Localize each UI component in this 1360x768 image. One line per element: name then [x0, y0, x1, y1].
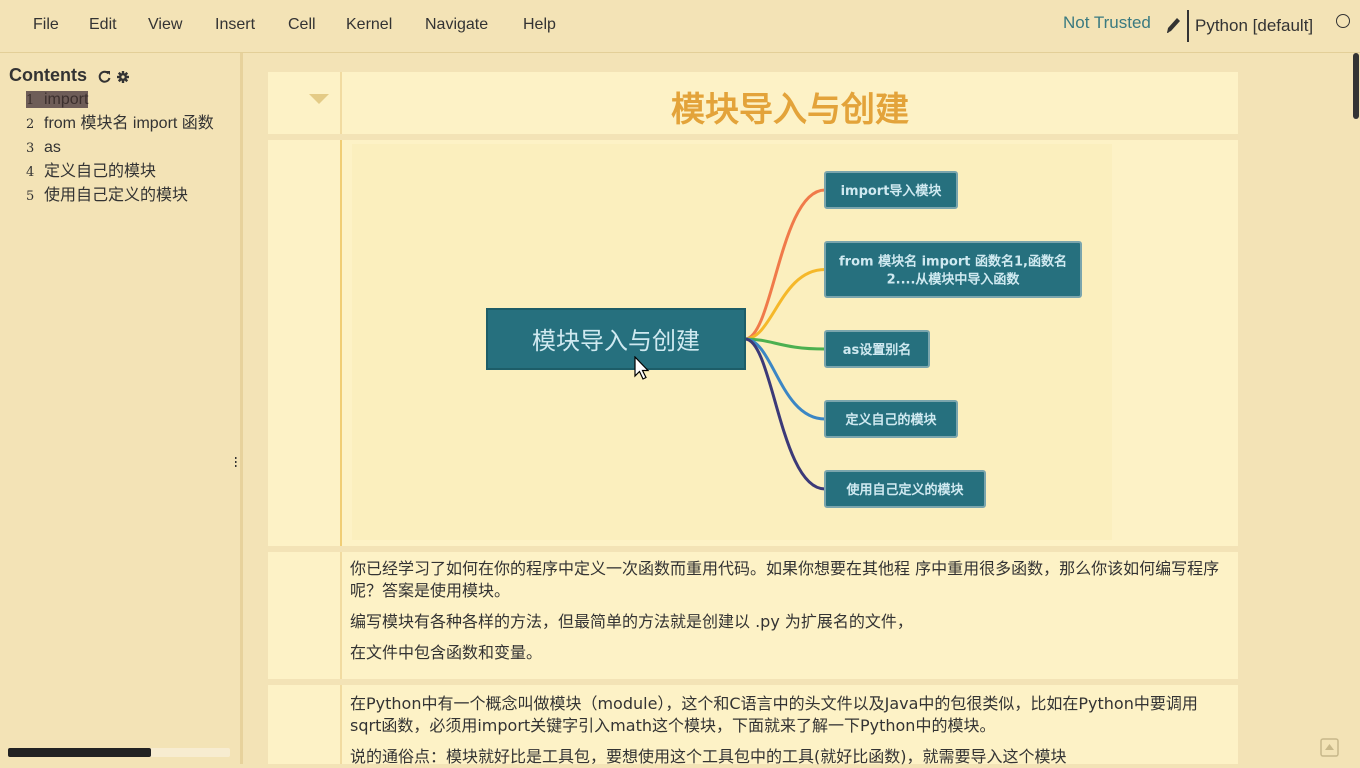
toc-tools: [98, 70, 129, 83]
mindmap-child-label: 2....从模块中导入函数: [887, 272, 1021, 288]
cell-content: import导入模块 from 模块名 import 函数名1,函数名 2....从…: [340, 140, 1238, 546]
menu-insert[interactable]: Insert: [215, 16, 255, 34]
menu-view[interactable]: View: [148, 16, 182, 34]
pencil-icon[interactable]: [1164, 14, 1182, 36]
paragraph: 你已经学习了如何在你的程序中定义一次函数而重用代码。如果你想要在其他程 序中重用…: [350, 559, 1220, 600]
kernel-idle-icon: [1336, 14, 1350, 28]
menubar: File Edit View Insert Cell Kernel Naviga…: [0, 0, 1360, 53]
cell-prompt: [268, 72, 340, 134]
notebook-scroll-thumb[interactable]: [1353, 53, 1359, 119]
paragraph: 在Python中有一个概念叫做模块（module），这个和C语言中的头文件以及J…: [350, 694, 1198, 735]
page-title: 模块导入与创建: [671, 90, 909, 130]
toc-item-from-import[interactable]: 2 from 模块名 import 函数: [26, 112, 232, 136]
mindmap-child-label: as设置别名: [843, 342, 912, 358]
mindmap-child-node: import导入模块: [824, 171, 958, 209]
markdown-cell-1[interactable]: 你已经学习了如何在你的程序中定义一次函数而重用代码。如果你想要在其他程 序中重用…: [268, 552, 1238, 679]
toc-item-use-module[interactable]: 5 使用自己定义的模块: [26, 184, 232, 208]
mindmap-image: import导入模块 from 模块名 import 函数名1,函数名 2....从…: [352, 144, 1112, 540]
sidebar-horizontal-scrollbar[interactable]: [8, 748, 230, 757]
mindmap-child-label: 使用自己定义的模块: [845, 482, 964, 498]
collapse-arrow-icon[interactable]: [309, 94, 329, 106]
paragraph: 说的通俗点：模块就好比是工具包，要想使用这个工具包中的工具(就好比函数)，就需要…: [350, 747, 1067, 766]
toc-item-import[interactable]: 1 import: [26, 88, 232, 112]
menu-kernel[interactable]: Kernel: [346, 16, 392, 34]
mindmap-child-node: as设置别名: [824, 330, 930, 368]
toc-item-define-module[interactable]: 4 定义自己的模块: [26, 160, 232, 184]
cell-prompt: [268, 552, 340, 679]
cell-content: 你已经学习了如何在你的程序中定义一次函数而重用代码。如果你想要在其他程 序中重用…: [340, 552, 1238, 679]
notebook-area: 模块导入与创建 import导入模块 from 模块名 import 函数名1,函…: [243, 53, 1350, 766]
kernel-separator: [1187, 10, 1189, 42]
sidebar-scroll-thumb[interactable]: [8, 748, 151, 757]
paragraph: 编写模块有各种各样的方法，但最简单的方法就是创建以 .py 为扩展名的文件，: [350, 612, 913, 631]
notebook-vertical-scrollbar[interactable]: [1350, 53, 1360, 764]
toc-list: 1 import 2 from 模块名 import 函数 3 as 4 定义自己的模块…: [26, 88, 232, 208]
toc-sidebar: Contents 1 import 2 from 模块名 import 函数 3 as…: [0, 53, 243, 764]
cell-content: 模块导入与创建: [340, 72, 1238, 134]
gear-icon[interactable]: [117, 71, 129, 83]
refresh-icon[interactable]: [98, 70, 111, 83]
menu-file[interactable]: File: [33, 16, 59, 34]
mindmap-child-node: 使用自己定义的模块: [824, 470, 986, 508]
menu-cell[interactable]: Cell: [288, 16, 316, 34]
mindmap-child-node: from 模块名 import 函数名1,函数名 2....从模块中导入函数: [824, 241, 1082, 298]
mindmap-child-label: 定义自己的模块: [844, 412, 937, 428]
sidebar-resize-handle[interactable]: [234, 457, 238, 469]
toc-title: Contents: [9, 65, 87, 85]
menu-help[interactable]: Help: [523, 16, 556, 34]
scroll-to-top-icon[interactable]: [1320, 738, 1339, 757]
heading-cell[interactable]: 模块导入与创建: [268, 72, 1238, 134]
mindmap-child-label: from 模块名 import 函数名1,函数名: [839, 254, 1067, 270]
kernel-name[interactable]: Python [default]: [1195, 16, 1313, 36]
markdown-cell-2[interactable]: 在Python中有一个概念叫做模块（module），这个和C语言中的头文件以及J…: [268, 685, 1238, 766]
cell-prompt: [268, 140, 340, 546]
toc-item-as[interactable]: 3 as: [26, 136, 232, 160]
mindmap-root-label: 模块导入与创建: [532, 327, 700, 355]
menu-navigate[interactable]: Navigate: [425, 16, 488, 34]
mindmap-child-node: 定义自己的模块: [824, 400, 958, 438]
mindmap-child-label: import导入模块: [841, 183, 943, 199]
mouse-cursor-icon: [634, 356, 650, 380]
paragraph: 在文件中包含函数和变量。: [350, 643, 543, 662]
cell-content: 在Python中有一个概念叫做模块（module），这个和C语言中的头文件以及J…: [340, 685, 1238, 766]
cell-prompt: [268, 685, 340, 764]
menu-edit[interactable]: Edit: [89, 16, 117, 34]
mindmap-cell[interactable]: import导入模块 from 模块名 import 函数名1,函数名 2....从…: [268, 140, 1238, 546]
trust-status[interactable]: Not Trusted: [1063, 13, 1151, 33]
mindmap-root-node: 模块导入与创建: [486, 308, 746, 370]
